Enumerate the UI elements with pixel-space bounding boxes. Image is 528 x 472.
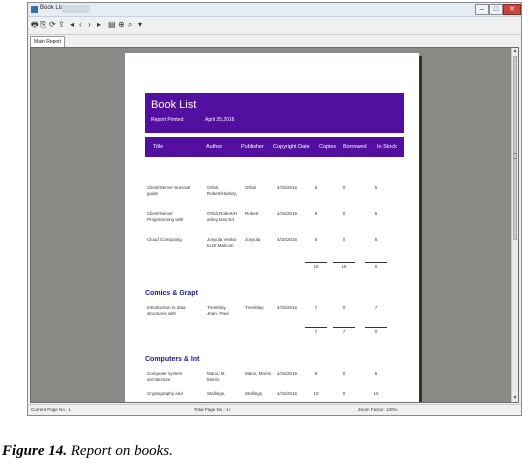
cell-copies: 5 [314, 211, 318, 216]
cell-borrowed: 0 [342, 237, 346, 242]
col-publisher: Publisher [241, 144, 264, 150]
report-viewer-window: Book List – □ ✕ 🖶 ⎘ ⟳ ⇪ ◂ ‹ › ▸ ▤ ⊕ ⌕ ▾ … [27, 2, 522, 416]
total-stock: 0 [365, 262, 387, 270]
cell-title: Computer system architecture [147, 371, 183, 382]
cell-borrowed: 0 [342, 185, 346, 190]
tab-row: Main Report [28, 35, 521, 47]
close-button[interactable]: ✕ [503, 4, 521, 15]
cell-date: 4/15/2016 [277, 237, 298, 242]
total-copies: 15 [305, 262, 327, 270]
cell-publisher: Tremblay [245, 305, 264, 310]
cell-date: 4/15/2016 [277, 185, 298, 190]
report-canvas: ▲ ▼ Book List Report Printed: April 25,2… [30, 47, 519, 403]
toolbar: 🖶 ⎘ ⟳ ⇪ ◂ ‹ › ▸ ▤ ⊕ ⌕ ▾ [28, 17, 521, 35]
cell-author: Orfali, Robert/Harkey, [207, 185, 237, 196]
window-title: Book List [40, 5, 65, 11]
scroll-up-icon[interactable]: ▲ [512, 48, 518, 55]
cell-date: 4/15/2016 [277, 391, 298, 396]
cell-publisher: Mano, Morris [245, 371, 272, 376]
title-redacted-region [62, 5, 90, 13]
printed-label: Report Printed: [151, 117, 185, 123]
last-page-icon[interactable]: ▸ [97, 20, 101, 30]
cell-stock: 5 [374, 237, 378, 242]
next-page-icon[interactable]: › [88, 20, 91, 30]
total-page-status: Total Page No.: 1+ [194, 407, 232, 412]
figure-caption: Figure 14. Report on books. [2, 443, 173, 460]
total-copies: 7 [305, 327, 327, 335]
report-page: Book List Report Printed: April 25,2016 … [125, 53, 419, 402]
printed-date: April 25,2016 [205, 117, 235, 123]
maximize-button[interactable]: □ [489, 4, 503, 15]
cell-stock: 6 [374, 371, 378, 376]
cell-author: Orfali,Robert/H arkey,Dan,Ed [207, 211, 238, 222]
report-title: Book List [151, 99, 197, 111]
col-copyright: Copyright Date [273, 144, 310, 150]
col-title: Title [153, 144, 164, 150]
group-heading: Comics & Grapt [145, 290, 198, 297]
options-icon[interactable]: ▾ [138, 20, 142, 30]
prev-page-icon[interactable]: ‹ [79, 20, 82, 30]
cell-date: 4/15/2016 [277, 305, 298, 310]
cell-author: Stallings, [207, 391, 226, 396]
column-header-bar: Title Author Publisher Copyright Date Co… [145, 137, 404, 157]
current-page-status: Current Page No.: 1 [31, 407, 72, 412]
cell-stock: 10 [373, 391, 379, 396]
find-icon[interactable]: ⌕ [128, 20, 132, 30]
cell-stock: 5 [374, 211, 378, 216]
first-page-icon[interactable]: ◂ [70, 20, 74, 30]
cell-date: 4/15/2016 [277, 371, 298, 376]
cell-borrowed: 0 [342, 305, 346, 310]
caption-text: Report on books. [67, 443, 173, 459]
cell-author: Tremblay, Jean- Paul [207, 305, 229, 316]
cell-borrowed: 0 [342, 391, 346, 396]
cell-publisher: Stallings, [245, 391, 264, 396]
export-icon[interactable]: ⇪ [58, 20, 65, 30]
col-instock: In Stock [377, 144, 397, 150]
cell-copies: 5 [314, 185, 318, 190]
group-heading: Computers & Int [145, 356, 200, 363]
zoom-status: Zoom Factor: 100% [358, 407, 398, 412]
cell-borrowed: 0 [342, 371, 346, 376]
cell-author: Josyula Venka ta Dr.Malcom [207, 237, 237, 248]
page-setup-icon[interactable]: ▤ [108, 20, 116, 30]
cell-copies: 5 [314, 237, 318, 242]
cell-publisher: Robert [245, 211, 259, 216]
report-header-banner: Book List Report Printed: April 25,2016 [145, 93, 404, 133]
cell-publisher: Josyula [245, 237, 261, 242]
cell-title: Cryptography and [147, 391, 183, 396]
status-bar: Current Page No.: 1 Total Page No.: 1+ Z… [28, 404, 521, 416]
tab-main-report[interactable]: Main Report [30, 36, 66, 47]
cell-copies: 7 [314, 305, 318, 310]
print-icon[interactable]: 🖶 [31, 20, 39, 30]
title-bar: Book List – □ ✕ [28, 3, 521, 17]
cell-title: Cloud Computing [147, 237, 182, 242]
vertical-scrollbar[interactable]: ▲ ▼ [511, 48, 518, 402]
cell-author: Mano, M Morris [207, 371, 225, 382]
col-author: Author [206, 144, 223, 150]
cell-publisher: Orfali [245, 185, 256, 190]
cell-borrowed: 0 [342, 211, 346, 216]
cell-date: 4/15/2016 [277, 211, 298, 216]
total-stock: 0 [365, 327, 387, 335]
scroll-grip-icon [513, 153, 517, 159]
cell-title: Introduction to data structures with [147, 305, 186, 316]
cell-copies: 6 [314, 371, 318, 376]
scroll-down-icon[interactable]: ▼ [512, 395, 518, 402]
copy-icon[interactable]: ⎘ [40, 20, 46, 30]
total-borrowed: 15 [333, 262, 355, 270]
cell-stock: 5 [374, 185, 378, 190]
scroll-thumb[interactable] [513, 56, 517, 240]
cell-title: Client/Server Programming with [147, 211, 184, 222]
cell-copies: 10 [313, 391, 319, 396]
col-copies: Copies [319, 144, 337, 150]
refresh-icon[interactable]: ⟳ [49, 20, 56, 30]
zoom-icon[interactable]: ⊕ [118, 20, 125, 30]
caption-label: Figure 14. [2, 443, 68, 459]
cell-stock: 7 [374, 305, 378, 310]
app-icon [31, 6, 38, 13]
cell-title: Client/Server Survival guide [147, 185, 191, 196]
col-borrowed: Borrowed [343, 144, 367, 150]
minimize-button[interactable]: – [475, 4, 489, 15]
total-borrowed: 7 [333, 327, 355, 335]
